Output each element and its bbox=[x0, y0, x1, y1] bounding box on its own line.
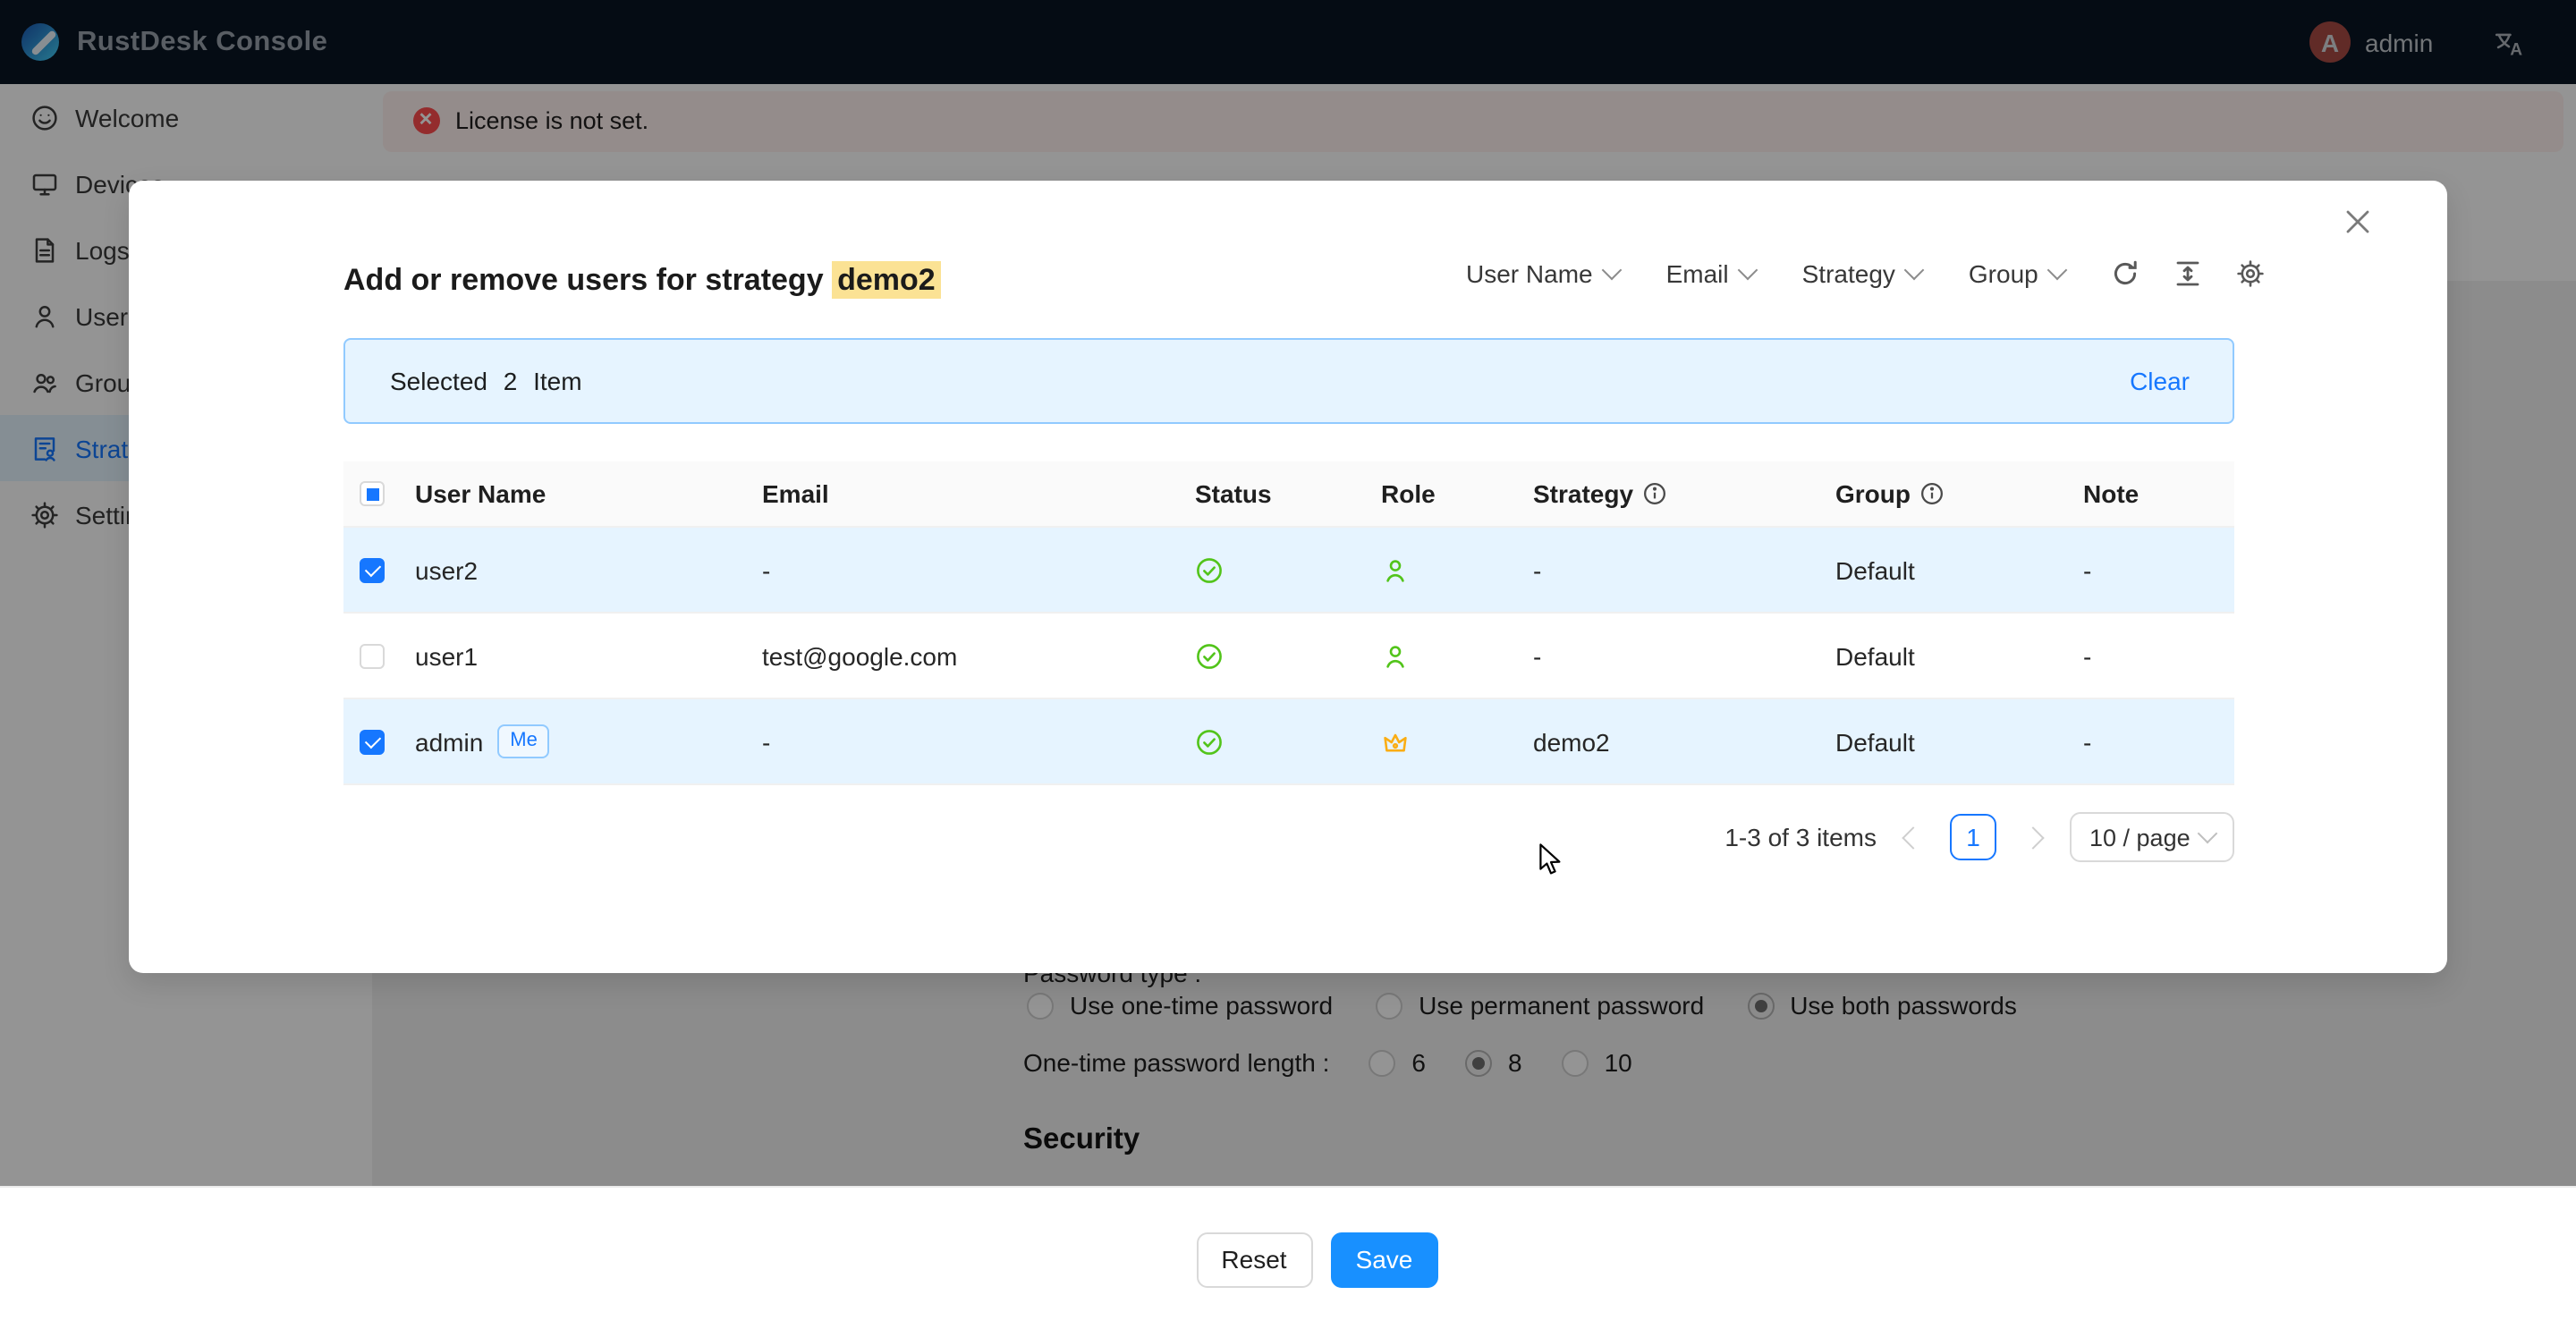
strategy-cell: - bbox=[1515, 641, 1818, 670]
chevron-down-icon bbox=[2198, 824, 2218, 844]
strategy-cell: demo2 bbox=[1515, 727, 1818, 756]
modal-title-prefix: Add or remove users for strategy bbox=[343, 263, 832, 297]
column-header-role: Role bbox=[1368, 479, 1515, 508]
column-header-user-name: User Name bbox=[399, 479, 733, 508]
column-header-status: Status bbox=[1172, 479, 1368, 508]
strategy-cell: - bbox=[1515, 555, 1818, 584]
users-table: User Name Email Status Role Strategy Gro… bbox=[343, 461, 2234, 785]
note-cell: - bbox=[2062, 727, 2235, 756]
user-name-cell: user1 bbox=[399, 641, 733, 670]
rustdesk-console-screen: RustDesk Console A admin A Welcome Devic… bbox=[0, 0, 2576, 1329]
chevron-down-icon bbox=[1602, 260, 1623, 281]
column-header-group: Group bbox=[1818, 479, 2062, 508]
page-size-value: 10 / page bbox=[2089, 824, 2190, 851]
filter-email[interactable]: Email bbox=[1666, 259, 1756, 288]
reset-button[interactable]: Reset bbox=[1196, 1232, 1312, 1288]
user-name-cell: user2 bbox=[399, 555, 733, 584]
table-row[interactable]: user2 - - Default - bbox=[343, 528, 2234, 614]
role-user-icon bbox=[1368, 555, 1515, 584]
pagination: 1-3 of 3 items 1 10 / page bbox=[343, 812, 2234, 862]
refresh-icon[interactable] bbox=[2112, 259, 2140, 288]
next-page-icon[interactable] bbox=[2021, 825, 2044, 848]
filter-bar: User Name Email Strategy Group bbox=[1466, 259, 2266, 288]
table-row[interactable]: admin Me - demo2 Default - bbox=[343, 699, 2234, 785]
filter-group[interactable]: Group bbox=[1969, 259, 2065, 288]
status-enabled-icon bbox=[1172, 641, 1368, 670]
row-checkbox[interactable] bbox=[360, 643, 385, 668]
email-cell: - bbox=[733, 727, 1172, 756]
select-all-checkbox[interactable] bbox=[360, 481, 385, 506]
status-enabled-icon bbox=[1172, 555, 1368, 584]
filter-user-name[interactable]: User Name bbox=[1466, 259, 1620, 288]
role-user-icon bbox=[1368, 641, 1515, 670]
gear-icon[interactable] bbox=[2237, 259, 2266, 288]
column-header-email: Email bbox=[733, 479, 1172, 508]
chevron-down-icon bbox=[1905, 260, 1926, 281]
email-cell: - bbox=[733, 555, 1172, 584]
pagination-total-text: 1-3 of 3 items bbox=[1724, 823, 1877, 851]
page-size-select[interactable]: 10 / page bbox=[2070, 812, 2234, 862]
current-page-button[interactable]: 1 bbox=[1950, 814, 1996, 860]
status-enabled-icon bbox=[1172, 727, 1368, 756]
info-icon[interactable] bbox=[1919, 481, 1945, 506]
role-admin-crown-icon bbox=[1368, 727, 1515, 756]
selection-count-text: Selected 2 Item bbox=[390, 366, 582, 394]
clear-selection-link[interactable]: Clear bbox=[2130, 366, 2190, 394]
filter-strategy[interactable]: Strategy bbox=[1802, 259, 1922, 288]
row-checkbox[interactable] bbox=[360, 557, 385, 582]
user-name-cell: admin Me bbox=[399, 725, 733, 758]
group-cell: Default bbox=[1818, 641, 2062, 670]
close-icon[interactable] bbox=[2343, 207, 2371, 236]
column-header-strategy: Strategy bbox=[1515, 479, 1818, 508]
note-cell: - bbox=[2062, 555, 2235, 584]
group-cell: Default bbox=[1818, 555, 2062, 584]
modal-title: Add or remove users for strategy demo2 bbox=[343, 263, 941, 299]
column-height-icon[interactable] bbox=[2174, 259, 2203, 288]
chevron-down-icon bbox=[2047, 260, 2068, 281]
add-remove-users-modal: Add or remove users for strategy demo2 U… bbox=[128, 181, 2446, 973]
group-cell: Default bbox=[1818, 727, 2062, 756]
previous-page-icon[interactable] bbox=[1902, 825, 1924, 848]
selection-bar: Selected 2 Item Clear bbox=[343, 337, 2234, 423]
info-icon[interactable] bbox=[1642, 481, 1667, 506]
modal-title-strategy-name: demo2 bbox=[832, 261, 941, 299]
me-badge: Me bbox=[497, 725, 550, 758]
table-header-row: User Name Email Status Role Strategy Gro… bbox=[343, 461, 2234, 528]
save-button[interactable]: Save bbox=[1330, 1232, 1438, 1288]
chevron-down-icon bbox=[1738, 260, 1758, 281]
row-checkbox[interactable] bbox=[360, 729, 385, 754]
note-cell: - bbox=[2062, 641, 2235, 670]
table-row[interactable]: user1 test@google.com - Default - bbox=[343, 614, 2234, 699]
settings-footer: Reset Save bbox=[0, 1185, 2576, 1329]
email-cell: test@google.com bbox=[733, 641, 1172, 670]
column-header-note: Note bbox=[2062, 479, 2235, 508]
